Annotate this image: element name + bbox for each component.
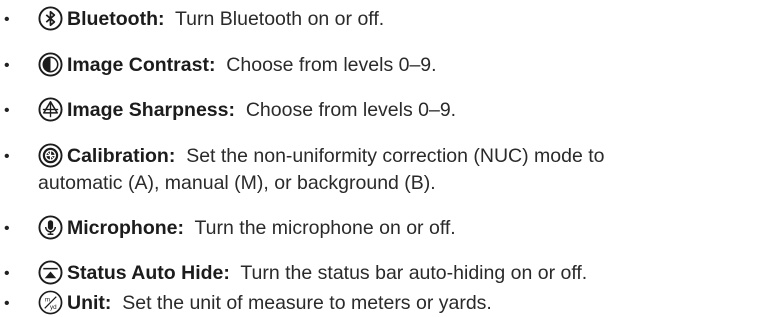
- bullet: •: [4, 148, 10, 165]
- microphone-icon: [38, 215, 63, 240]
- bullet: •: [4, 220, 10, 237]
- item-description: Turn the status bar auto-hiding on or of…: [240, 262, 588, 284]
- item-description: Choose from levels 0–9.: [226, 54, 437, 76]
- item-term: Calibration:: [67, 145, 176, 167]
- item-description: Set the unit of measure to meters or yar…: [122, 292, 492, 314]
- item-description: Choose from levels 0–9.: [245, 99, 457, 121]
- calibration-icon: [38, 143, 63, 168]
- unit-icon: m yd: [38, 290, 63, 315]
- item-term: Bluetooth:: [67, 8, 165, 30]
- contrast-icon: [38, 52, 63, 77]
- bullet: •: [4, 57, 10, 74]
- item-description: Turn the microphone on or off.: [194, 217, 456, 239]
- item-term: Unit:: [67, 292, 112, 314]
- unit-icon-bottom: yd: [50, 304, 57, 311]
- bullet: •: [4, 295, 10, 312]
- bluetooth-icon: [38, 6, 63, 31]
- item-term: Microphone:: [67, 217, 184, 239]
- bullet: •: [4, 265, 10, 282]
- item-description-continued: automatic (A), manual (M), or background…: [38, 172, 436, 194]
- item-term: Image Sharpness:: [67, 99, 235, 121]
- item-description: Set the non-uniformity correction (NUC) …: [186, 145, 605, 167]
- sharpness-icon: [38, 97, 63, 122]
- status-auto-hide-icon: [38, 260, 63, 285]
- bullet: •: [4, 11, 10, 28]
- item-term: Image Contrast:: [67, 54, 216, 76]
- unit-icon-top: m: [45, 297, 50, 304]
- bullet: •: [4, 102, 10, 119]
- item-description: Turn Bluetooth on or off.: [174, 8, 385, 30]
- item-term: Status Auto Hide:: [67, 262, 230, 284]
